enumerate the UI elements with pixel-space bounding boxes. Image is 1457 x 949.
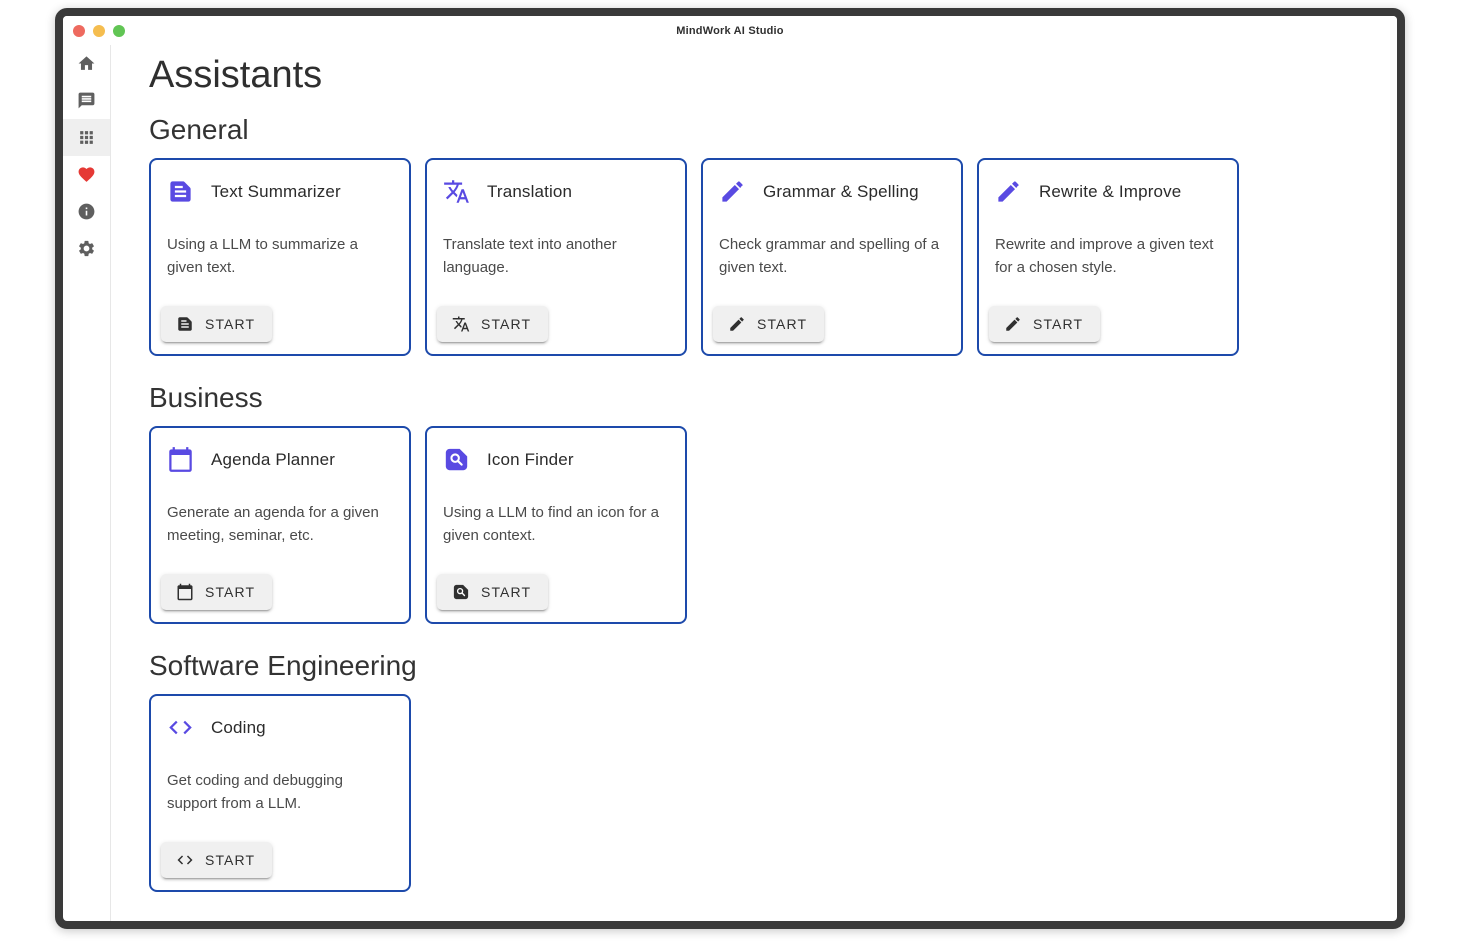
section-heading-general: General xyxy=(149,113,1397,146)
sidebar-item-settings[interactable] xyxy=(63,230,110,267)
assistant-card-icon-finder: Icon Finder Using a LLM to find an icon … xyxy=(425,426,687,624)
card-header: Coding xyxy=(167,714,393,741)
app-body: Assistants General Text Summarizer Using… xyxy=(63,45,1397,921)
start-button-label: START xyxy=(481,584,531,600)
calendar-icon xyxy=(167,446,194,473)
card-description: Translate text into another language. xyxy=(443,234,669,279)
card-title: Translation xyxy=(487,182,572,202)
card-row-software-engineering: Coding Get coding and debugging support … xyxy=(149,694,1397,892)
card-title: Text Summarizer xyxy=(211,182,341,202)
card-description: Generate an agenda for a given meeting, … xyxy=(167,502,393,547)
window-controls xyxy=(73,25,125,37)
start-button-grammar-spelling[interactable]: START xyxy=(713,306,824,342)
start-button-label: START xyxy=(1033,316,1083,332)
card-description: Using a LLM to summarize a given text. xyxy=(167,234,393,279)
start-button-text-summarizer[interactable]: START xyxy=(161,306,272,342)
home-icon xyxy=(77,54,96,73)
close-button[interactable] xyxy=(73,25,85,37)
assistant-card-translation: Translation Translate text into another … xyxy=(425,158,687,356)
heart-icon xyxy=(77,165,96,184)
sidebar-item-supporters[interactable] xyxy=(63,156,110,193)
text-snippet-icon xyxy=(167,178,194,205)
page-title: Assistants xyxy=(149,53,1397,97)
assistant-card-text-summarizer: Text Summarizer Using a LLM to summarize… xyxy=(149,158,411,356)
assistant-card-grammar-spelling: Grammar & Spelling Check grammar and spe… xyxy=(701,158,963,356)
main-content: Assistants General Text Summarizer Using… xyxy=(111,45,1397,921)
code-icon xyxy=(167,714,194,741)
zoom-button[interactable] xyxy=(113,25,125,37)
screenshot-canvas: MindWork AI Studio xyxy=(0,0,1457,949)
section-heading-software-engineering: Software Engineering xyxy=(149,649,1397,682)
start-button-label: START xyxy=(205,584,255,600)
translate-icon xyxy=(443,178,470,205)
apps-grid-icon xyxy=(77,128,96,147)
info-icon xyxy=(77,202,96,221)
start-button-label: START xyxy=(205,316,255,332)
assistant-card-rewrite-improve: Rewrite & Improve Rewrite and improve a … xyxy=(977,158,1239,356)
card-row-business: Agenda Planner Generate an agenda for a … xyxy=(149,426,1397,624)
card-description: Rewrite and improve a given text for a c… xyxy=(995,234,1221,279)
start-button-translation[interactable]: START xyxy=(437,306,548,342)
app-window: MindWork AI Studio xyxy=(55,8,1405,929)
card-title: Coding xyxy=(211,718,266,738)
card-header: Agenda Planner xyxy=(167,446,393,473)
start-button-label: START xyxy=(757,316,807,332)
start-button-rewrite-improve[interactable]: START xyxy=(989,306,1100,342)
pencil-icon xyxy=(728,315,746,333)
card-header: Text Summarizer xyxy=(167,178,393,205)
card-description: Get coding and debugging support from a … xyxy=(167,770,393,815)
minimize-button[interactable] xyxy=(93,25,105,37)
card-title: Icon Finder xyxy=(487,450,574,470)
start-button-label: START xyxy=(481,316,531,332)
start-button-label: START xyxy=(205,852,255,868)
card-row-general: Text Summarizer Using a LLM to summarize… xyxy=(149,158,1397,356)
sidebar-item-chats[interactable] xyxy=(63,82,110,119)
icon-search-icon xyxy=(452,583,470,601)
card-header: Icon Finder xyxy=(443,446,669,473)
card-title: Rewrite & Improve xyxy=(1039,182,1181,202)
section-heading-business: Business xyxy=(149,381,1397,414)
window-title: MindWork AI Studio xyxy=(676,25,783,37)
pencil-icon xyxy=(719,178,746,205)
title-bar: MindWork AI Studio xyxy=(63,16,1397,45)
card-title: Agenda Planner xyxy=(211,450,335,470)
assistant-card-agenda-planner: Agenda Planner Generate an agenda for a … xyxy=(149,426,411,624)
pencil-icon xyxy=(1004,315,1022,333)
translate-icon xyxy=(452,315,470,333)
sidebar-item-assistants[interactable] xyxy=(63,119,110,156)
sidebar xyxy=(63,45,111,921)
start-button-icon-finder[interactable]: START xyxy=(437,574,548,610)
start-button-coding[interactable]: START xyxy=(161,842,272,878)
sidebar-item-about[interactable] xyxy=(63,193,110,230)
card-title: Grammar & Spelling xyxy=(763,182,919,202)
calendar-icon xyxy=(176,583,194,601)
settings-gear-icon xyxy=(77,239,96,258)
code-icon xyxy=(176,851,194,869)
icon-search-icon xyxy=(443,446,470,473)
text-snippet-icon xyxy=(176,315,194,333)
card-description: Check grammar and spelling of a given te… xyxy=(719,234,945,279)
card-header: Rewrite & Improve xyxy=(995,178,1221,205)
card-description: Using a LLM to find an icon for a given … xyxy=(443,502,669,547)
start-button-agenda-planner[interactable]: START xyxy=(161,574,272,610)
chat-icon xyxy=(77,91,96,110)
sidebar-item-home[interactable] xyxy=(63,45,110,82)
card-header: Grammar & Spelling xyxy=(719,178,945,205)
pencil-icon xyxy=(995,178,1022,205)
assistant-card-coding: Coding Get coding and debugging support … xyxy=(149,694,411,892)
card-header: Translation xyxy=(443,178,669,205)
